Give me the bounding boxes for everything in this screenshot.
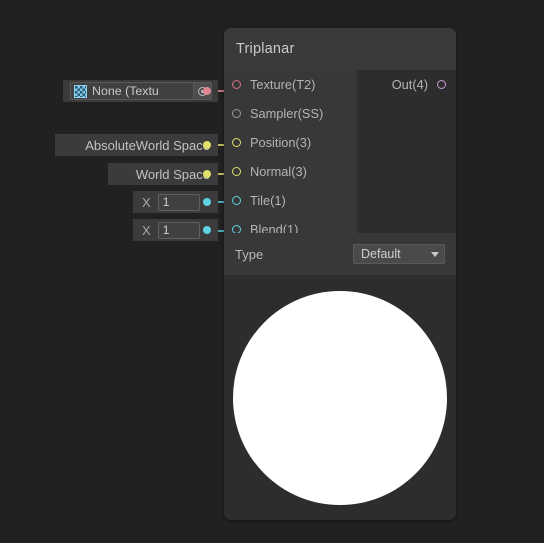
texture-slot-control[interactable]: None (Textu — [63, 80, 218, 102]
blend-value-dot[interactable] — [203, 226, 211, 234]
port-circle-icon[interactable] — [232, 80, 241, 89]
node-header[interactable]: Triplanar — [224, 28, 456, 70]
input-port-label: Tile(1) — [250, 193, 286, 208]
texture-thumbnail-icon — [74, 84, 87, 98]
texture-field-value: None (Textu — [92, 84, 159, 98]
position-space-dot[interactable] — [203, 141, 211, 149]
type-dropdown-value: Default — [361, 247, 401, 261]
node-ports-section: Texture(T2) Sampler(SS) Position(3) Norm… — [224, 70, 456, 237]
position-space-value: AbsoluteWorld Space — [85, 137, 210, 153]
normal-space-value: World Space — [135, 166, 210, 182]
type-dropdown[interactable]: Default — [353, 244, 445, 264]
input-port-label: Normal(3) — [250, 164, 307, 179]
input-port-position[interactable]: Position(3) — [224, 128, 357, 157]
position-space-control[interactable]: AbsoluteWorld Space — [55, 134, 218, 156]
chevron-down-icon[interactable] — [431, 251, 439, 257]
blend-axis-label: X — [142, 222, 151, 238]
output-port-label: Out(4) — [391, 77, 428, 92]
port-circle-icon[interactable] — [437, 80, 446, 89]
port-circle-icon[interactable] — [232, 138, 241, 147]
type-setting-row: Type Default — [224, 233, 456, 275]
normal-space-control[interactable]: World Space — [108, 163, 218, 185]
blend-value-control[interactable]: X — [133, 219, 218, 241]
tile-axis-label: X — [142, 194, 151, 210]
input-port-sampler[interactable]: Sampler(SS) — [224, 99, 357, 128]
type-label: Type — [235, 246, 264, 262]
input-port-label: Position(3) — [250, 135, 312, 150]
graph-canvas[interactable]: None (Textu AbsoluteWorld Space World Sp… — [0, 0, 544, 543]
tile-value-dot[interactable] — [203, 198, 211, 206]
normal-space-dot[interactable] — [203, 170, 211, 178]
port-circle-icon[interactable] — [232, 167, 241, 176]
input-port-texture[interactable]: Texture(T2) — [224, 70, 357, 99]
texture-object-field[interactable]: None (Textu — [70, 82, 212, 100]
preview-sphere — [233, 290, 447, 505]
input-port-label: Sampler(SS) — [250, 106, 324, 121]
output-port-out[interactable]: Out(4) — [392, 70, 456, 99]
input-port-normal[interactable]: Normal(3) — [224, 157, 357, 186]
input-port-tile[interactable]: Tile(1) — [224, 186, 357, 215]
node-title: Triplanar — [236, 41, 295, 57]
triplanar-node[interactable]: Triplanar Texture(T2) Sampler(SS) Positi… — [224, 28, 456, 520]
tile-value-input[interactable] — [157, 193, 200, 211]
texture-slot-dot[interactable] — [203, 87, 211, 95]
input-port-label: Texture(T2) — [250, 77, 316, 92]
node-preview[interactable] — [224, 275, 456, 520]
port-circle-icon[interactable] — [232, 196, 241, 205]
blend-value-input[interactable] — [157, 221, 200, 239]
tile-value-control[interactable]: X — [133, 191, 218, 213]
port-circle-icon[interactable] — [232, 109, 241, 118]
